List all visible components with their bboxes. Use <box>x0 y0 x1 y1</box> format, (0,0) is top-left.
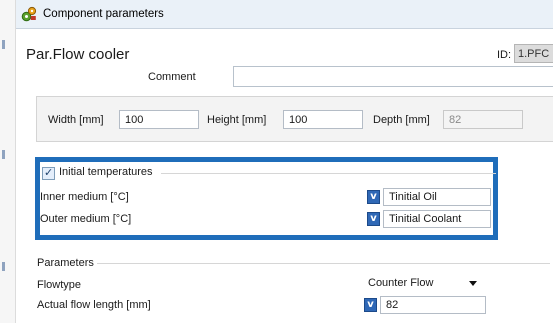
parameters-divider <box>97 263 550 264</box>
width-label: Width [mm] <box>48 114 104 126</box>
parameters-section-label: Parameters <box>37 257 94 269</box>
title-bar[interactable]: Component parameters <box>16 0 553 29</box>
initial-temperatures-checkbox[interactable] <box>42 166 55 180</box>
edge-marker <box>2 150 5 159</box>
component-gear-icon <box>21 6 37 22</box>
flowtype-value: Counter Flow <box>368 277 434 289</box>
height-label: Height [mm] <box>207 114 267 126</box>
initial-temperatures-highlight: Initial temperatures Inner medium [°C] v… <box>35 157 498 240</box>
id-label: ID: <box>497 49 512 61</box>
outer-medium-input[interactable]: Tinitial Coolant <box>383 210 491 228</box>
flowtype-label: Flowtype <box>37 279 82 291</box>
height-input[interactable]: 100 <box>283 110 363 129</box>
section-divider <box>161 173 496 174</box>
initial-temperatures-label: Initial temperatures <box>59 166 153 178</box>
dimensions-group: Width [mm] 100 Height [mm] 100 Depth [mm… <box>36 96 553 142</box>
inner-medium-input[interactable]: Tinitial Oil <box>383 188 491 206</box>
depth-input: 82 <box>443 110 523 129</box>
width-input[interactable]: 100 <box>119 110 199 129</box>
outer-medium-label: Outer medium [°C] <box>40 213 132 225</box>
depth-label: Depth [mm] <box>373 114 430 126</box>
inner-medium-label: Inner medium [°C] <box>40 191 129 203</box>
window-left-edge <box>0 0 16 323</box>
comment-input[interactable] <box>233 66 553 87</box>
edge-marker <box>2 40 5 49</box>
component-name: Par.Flow cooler <box>26 46 130 63</box>
flow-length-label: Actual flow length [mm] <box>37 299 151 311</box>
outer-medium-variable-button[interactable]: v <box>367 212 380 226</box>
inner-medium-variable-button[interactable]: v <box>367 190 380 204</box>
flow-length-input[interactable]: 82 <box>380 296 486 314</box>
flow-length-variable-button[interactable]: v <box>364 298 377 312</box>
window-title: Component parameters <box>43 8 164 20</box>
edge-marker <box>2 262 5 271</box>
flowtype-dropdown[interactable]: Counter Flow <box>364 275 485 293</box>
id-field: 1.PFC <box>514 44 553 63</box>
chevron-down-icon <box>469 281 477 286</box>
comment-label: Comment <box>148 71 196 83</box>
